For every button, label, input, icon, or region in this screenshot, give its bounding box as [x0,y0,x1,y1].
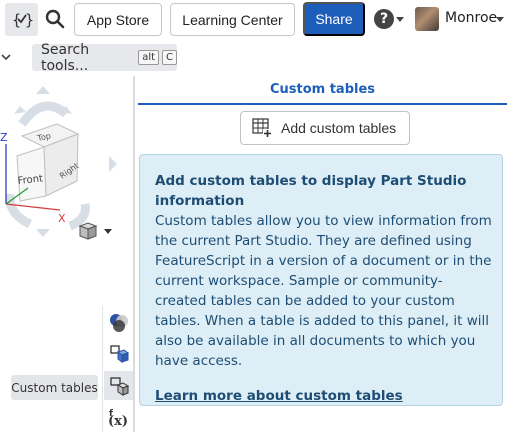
chevron-down-icon[interactable] [0,49,12,61]
panel-icon-strip: f (x) [102,306,133,432]
svg-text:}: } [25,11,33,29]
custom-tables-panel: Custom tables Add custom tables Add cust… [135,76,507,432]
view-cube[interactable]: Top Front Right Z X [0,84,125,244]
add-table-icon [252,118,272,138]
share-button[interactable]: Share [303,2,365,36]
top-toolbar: { } App Store Learning Center Share ? Mo… [0,0,507,38]
axis-x-label: X [58,212,66,225]
help-icon[interactable]: ? [374,9,394,29]
search-tools-label: Search tools... [41,41,90,74]
panel-title: Custom tables [269,82,376,97]
custom-tables-icon[interactable] [104,371,133,400]
app-store-button[interactable]: App Store [74,3,162,36]
axis-z-label: Z [0,131,8,144]
search-icon[interactable] [43,7,67,31]
help-chevron-down-icon[interactable] [396,17,404,22]
add-custom-tables-button[interactable]: Add custom tables [240,111,410,145]
onshape-window: { } App Store Learning Center Share ? Mo… [0,0,507,432]
shortcut-key-alt: alt [138,50,160,65]
search-tools-input[interactable]: Search tools... alt C [32,41,177,74]
variables-icon[interactable]: f (x) [104,402,133,431]
info-heading: Add custom tables to display Part Studio… [155,173,467,209]
user-name[interactable]: Monroe [445,10,497,26]
shortcut-key-c: C [162,50,177,65]
appearance-icon[interactable] [104,308,133,337]
svg-text:(x): (x) [108,414,128,428]
panel-title-underline [138,103,507,105]
learning-center-button[interactable]: Learning Center [170,3,295,36]
learn-more-link[interactable]: Learn more about custom tables [155,388,492,404]
custom-tables-tooltip: Custom tables [11,375,98,400]
featurescript-icon[interactable]: { } [5,3,38,36]
info-box: Add custom tables to display Part Studio… [139,154,503,406]
info-body: Custom tables allow you to view informat… [155,213,492,369]
configurations-icon[interactable] [104,339,133,368]
view-cube-icon[interactable] [78,222,114,240]
avatar[interactable] [415,7,439,31]
add-custom-tables-label: Add custom tables [281,120,397,136]
user-chevron-down-icon[interactable] [496,17,504,22]
